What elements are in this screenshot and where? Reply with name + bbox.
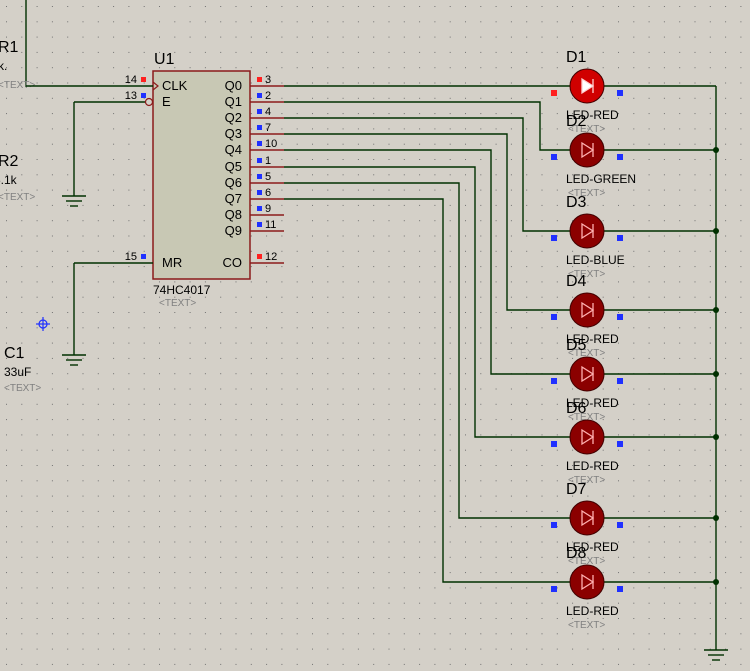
led-body	[569, 292, 605, 328]
pin-name: Q7	[225, 191, 242, 206]
pin-marker	[551, 235, 557, 241]
pin-name: Q2	[225, 110, 242, 125]
led-text-placeholder: <TEXT>	[568, 620, 605, 631]
pin-marker	[257, 141, 262, 146]
led-ref: D4	[566, 273, 587, 290]
pin-name: MR	[162, 255, 182, 270]
pin-name: Q8	[225, 207, 242, 222]
u1-ref: U1	[154, 51, 175, 68]
led-ref: D2	[566, 113, 587, 130]
pin-number: 2	[265, 90, 271, 102]
pin-number: 11	[265, 219, 276, 231]
led-part: LED-GREEN	[566, 172, 636, 186]
pin-marker	[617, 441, 623, 447]
pin-name: Q9	[225, 223, 242, 238]
pin-marker	[551, 154, 557, 160]
led-ref: D6	[566, 400, 587, 417]
pin-marker	[551, 378, 557, 384]
pin-number: 10	[265, 138, 277, 150]
pin-number: 5	[265, 171, 271, 183]
pin-name: E	[162, 94, 171, 109]
pin-marker	[551, 90, 557, 96]
pin-marker	[551, 314, 557, 320]
pin-marker	[257, 254, 262, 259]
pin-marker	[257, 158, 262, 163]
led-body	[569, 419, 605, 455]
pin-name: Q0	[225, 78, 242, 93]
pin-marker	[551, 441, 557, 447]
schematic-canvas[interactable]: R1 k. <TEXT> R2 5.1k <TEXT> C1 33uF <TEX…	[0, 0, 750, 671]
c1-value: 33uF	[4, 365, 31, 379]
pin-number: 6	[265, 187, 271, 199]
pin-marker	[141, 254, 146, 259]
pin-marker	[617, 522, 623, 528]
pin-marker	[617, 314, 623, 320]
pin-name: Q1	[225, 94, 242, 109]
pin-number: 7	[265, 122, 271, 134]
pin-number: 9	[265, 203, 271, 215]
r1-ref: R1	[0, 39, 19, 56]
u1-text-placeholder: <TEXT>	[159, 298, 196, 309]
pin-number: 14	[125, 74, 137, 86]
inverted-enable-bubble	[144, 97, 154, 107]
led-part: LED-RED	[566, 459, 619, 473]
pin-marker	[551, 522, 557, 528]
led-part: LED-BLUE	[566, 253, 625, 267]
r1-value: k.	[0, 59, 7, 73]
c1-ref: C1	[4, 345, 25, 362]
led-ref: D5	[566, 337, 587, 354]
led-body	[569, 213, 605, 249]
r2-text-placeholder: <TEXT>	[0, 192, 35, 203]
pin-name: Q6	[225, 175, 242, 190]
pin-marker	[257, 190, 262, 195]
r2-ref: R2	[0, 153, 19, 170]
pin-name: CLK	[162, 78, 188, 93]
pin-marker	[257, 206, 262, 211]
led-ref: D1	[566, 49, 587, 66]
pin-marker	[617, 378, 623, 384]
r2-value: 5.1k	[0, 173, 18, 187]
pin-number: 3	[265, 74, 271, 86]
led-ref: D3	[566, 194, 587, 211]
pin-marker	[257, 222, 262, 227]
led-body	[569, 564, 605, 600]
pin-marker	[257, 93, 262, 98]
u1-part: 74HC4017	[153, 283, 211, 297]
c1-text-placeholder: <TEXT>	[4, 383, 41, 394]
pin-number: 13	[125, 90, 137, 102]
pin-number: 15	[125, 251, 137, 263]
led-body	[569, 500, 605, 536]
pin-marker	[617, 586, 623, 592]
pin-number: 1	[265, 155, 271, 167]
grid-dots	[0, 0, 750, 671]
pin-marker	[257, 109, 262, 114]
pin-marker	[257, 125, 262, 130]
led-body	[569, 356, 605, 392]
led-ref: D7	[566, 481, 587, 498]
pin-name: Q5	[225, 159, 242, 174]
pin-number: 12	[265, 251, 277, 263]
led-ref: D8	[566, 545, 587, 562]
pin-name: Q4	[225, 142, 242, 157]
pin-marker	[257, 174, 262, 179]
pin-marker	[617, 90, 623, 96]
pin-name: Q3	[225, 126, 242, 141]
pin-marker	[257, 77, 262, 82]
pin-name: CO	[223, 255, 243, 270]
pin-marker	[617, 235, 623, 241]
pin-marker	[551, 586, 557, 592]
pin-number: 4	[265, 106, 271, 118]
pin-marker	[617, 154, 623, 160]
led-body	[569, 132, 605, 168]
pin-marker	[141, 77, 146, 82]
pin-marker	[141, 93, 146, 98]
led-part: LED-RED	[566, 604, 619, 618]
